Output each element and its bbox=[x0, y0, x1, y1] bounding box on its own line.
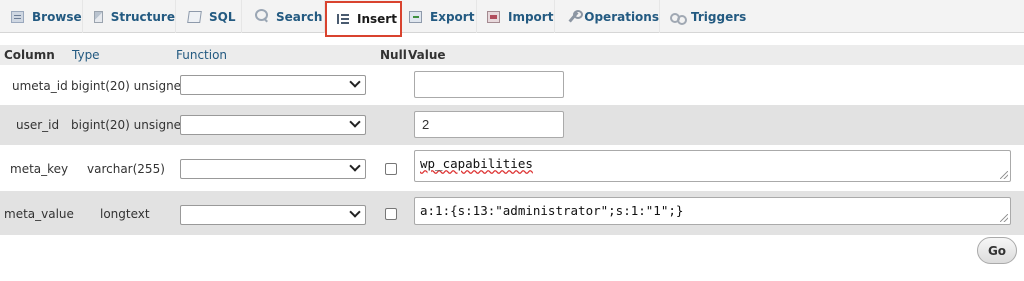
value-text: wp_capabilities bbox=[420, 156, 533, 171]
go-button[interactable]: Go bbox=[977, 237, 1017, 264]
table-row: umeta_id bigint(20) unsigned bbox=[0, 65, 1024, 105]
header-type[interactable]: Type bbox=[72, 48, 100, 62]
tab-structure-label: Structure bbox=[110, 9, 175, 24]
tab-browse[interactable]: Browse bbox=[0, 0, 83, 33]
function-select[interactable] bbox=[180, 115, 366, 135]
tab-export-label: Export bbox=[430, 9, 475, 24]
tab-operations[interactable]: Operations bbox=[555, 0, 660, 33]
tab-search[interactable]: Search bbox=[242, 0, 325, 33]
value-input[interactable]: 2 bbox=[414, 111, 564, 138]
tab-insert[interactable]: Insert bbox=[325, 1, 402, 37]
function-select[interactable] bbox=[180, 159, 366, 179]
chevron-down-icon bbox=[349, 206, 361, 218]
table-row: meta_value longtext a:1:{s:13:"administr… bbox=[0, 191, 1024, 235]
header-function[interactable]: Function bbox=[176, 48, 227, 62]
header-column: Column bbox=[4, 48, 55, 62]
browse-icon bbox=[11, 10, 24, 23]
column-name: meta_value bbox=[4, 207, 74, 221]
tab-bar: Browse Structure SQL Search Insert Expor… bbox=[0, 0, 1024, 37]
column-name: meta_key bbox=[10, 162, 69, 176]
chevron-down-icon bbox=[349, 116, 361, 128]
table-header: Column Type Function Null Value bbox=[0, 45, 1024, 65]
resize-grip-icon[interactable] bbox=[1000, 171, 1008, 179]
null-checkbox[interactable] bbox=[385, 163, 397, 175]
column-type: bigint(20) unsigned bbox=[71, 118, 189, 132]
value-input[interactable] bbox=[414, 71, 564, 98]
tab-structure[interactable]: Structure bbox=[83, 0, 176, 33]
search-icon bbox=[255, 9, 268, 21]
function-select[interactable] bbox=[180, 205, 366, 225]
chevron-down-icon bbox=[349, 76, 361, 88]
operations-icon bbox=[567, 9, 584, 23]
function-select[interactable] bbox=[180, 75, 366, 95]
column-type: longtext bbox=[100, 207, 150, 221]
null-checkbox[interactable] bbox=[385, 208, 397, 220]
tab-search-label: Search bbox=[276, 9, 323, 24]
tab-import[interactable]: Import bbox=[477, 0, 555, 33]
column-name: umeta_id bbox=[12, 79, 68, 93]
export-icon bbox=[409, 10, 422, 23]
table-row: user_id bigint(20) unsigned 2 bbox=[0, 105, 1024, 145]
value-textarea[interactable]: wp_capabilities bbox=[414, 150, 1011, 182]
structure-icon bbox=[94, 10, 103, 23]
chevron-down-icon bbox=[349, 160, 361, 172]
tab-browse-label: Browse bbox=[32, 9, 82, 24]
tab-import-label: Import bbox=[508, 9, 554, 24]
import-icon bbox=[487, 10, 500, 23]
triggers-icon bbox=[670, 11, 687, 25]
header-null: Null bbox=[380, 48, 407, 62]
tab-triggers[interactable]: Triggers bbox=[660, 0, 750, 33]
tab-export[interactable]: Export bbox=[403, 0, 477, 33]
table-row: meta_key varchar(255) wp_capabilities bbox=[0, 145, 1024, 191]
tab-sql-label: SQL bbox=[209, 9, 236, 24]
tab-triggers-label: Triggers bbox=[691, 9, 747, 24]
tab-sql[interactable]: SQL bbox=[176, 0, 242, 33]
value-textarea[interactable]: a:1:{s:13:"administrator";s:1:"1";} bbox=[414, 197, 1011, 225]
column-name: user_id bbox=[16, 118, 60, 132]
value-text: a:1:{s:13:"administrator";s:1:"1";} bbox=[420, 203, 684, 218]
header-value: Value bbox=[408, 48, 446, 62]
column-type: varchar(255) bbox=[87, 162, 165, 176]
column-type: bigint(20) unsigned bbox=[71, 79, 189, 93]
sql-icon bbox=[187, 10, 202, 23]
insert-icon bbox=[336, 13, 349, 25]
tab-insert-label: Insert bbox=[357, 12, 397, 26]
resize-grip-icon[interactable] bbox=[1000, 214, 1008, 222]
tab-operations-label: Operations bbox=[584, 9, 659, 24]
